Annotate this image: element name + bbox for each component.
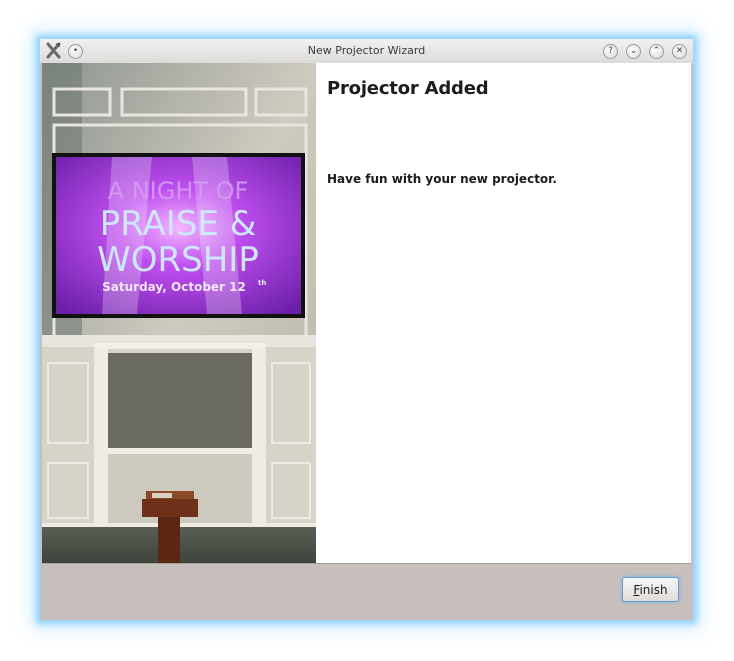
screen-line-1: A NIGHT OF xyxy=(108,177,249,205)
maximize-icon: ⌃ xyxy=(652,46,661,56)
window-title: New Projector Wizard xyxy=(307,44,426,57)
close-button[interactable]: ✕ xyxy=(672,44,687,59)
minimize-icon: ⌄ xyxy=(629,46,638,56)
finish-button[interactable]: Finish xyxy=(622,577,679,602)
minimize-button[interactable]: ⌄ xyxy=(626,44,641,59)
title-bar[interactable]: • New Projector Wizard ? ⌄ ⌃ ✕ xyxy=(40,39,693,64)
finish-label: inish xyxy=(639,583,668,597)
help-icon: ? xyxy=(608,46,613,56)
wizard-side-image: A NIGHT OF PRAISE & WORSHIP Saturday, Oc… xyxy=(42,63,316,563)
church-stage-photo: A NIGHT OF PRAISE & WORSHIP Saturday, Oc… xyxy=(42,63,316,563)
footer-divider xyxy=(42,563,691,564)
wizard-window: • New Projector Wizard ? ⌄ ⌃ ✕ A NIGHT O… xyxy=(40,39,693,620)
screen-line-2: PRAISE & xyxy=(100,204,256,244)
screen-line-3: WORSHIP xyxy=(97,240,259,280)
page-title: Projector Added xyxy=(327,78,489,99)
maximize-button[interactable]: ⌃ xyxy=(649,44,664,59)
page-message: Have fun with your new projector. xyxy=(327,172,557,186)
close-icon: ✕ xyxy=(675,46,684,56)
help-button[interactable]: ? xyxy=(603,44,618,59)
wizard-page: Projector Added Have fun with your new p… xyxy=(316,63,691,563)
screen-date: Saturday, October 12 xyxy=(102,280,246,294)
screen-date-suffix: th xyxy=(258,279,266,287)
